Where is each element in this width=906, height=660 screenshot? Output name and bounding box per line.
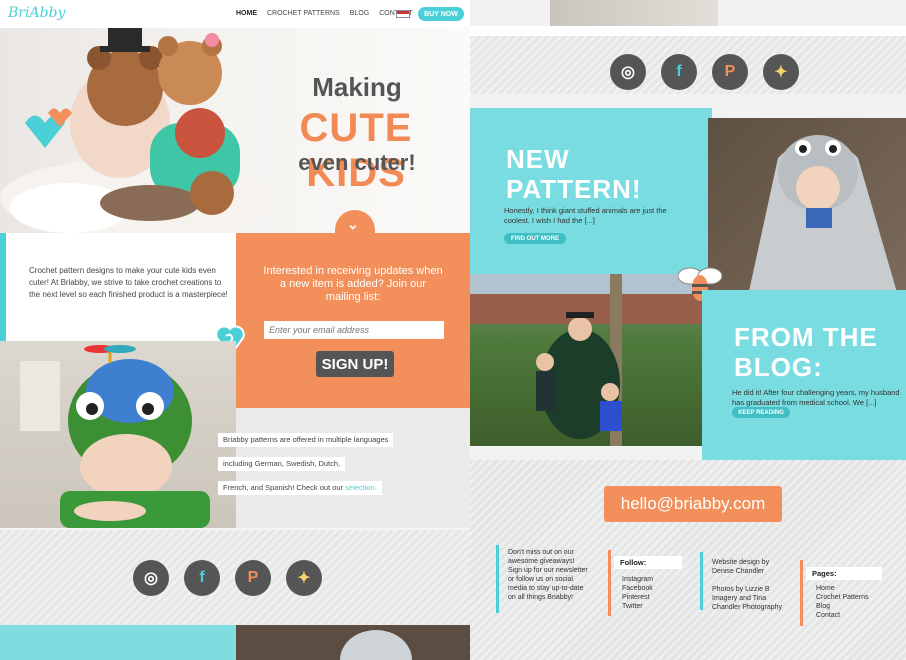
blog-title: FROM THE BLOG: — [734, 322, 878, 382]
follow-pinterest[interactable]: Pinterest — [622, 593, 653, 602]
intro-accent-bar — [0, 233, 6, 341]
hero-title-even-cuter: even cuter! — [298, 150, 416, 175]
pages-blog[interactable]: Blog — [816, 602, 869, 611]
bottom-photo-panel — [236, 625, 470, 660]
blog-title-line1: FROM THE — [734, 322, 878, 352]
pages-crochet-patterns[interactable]: Crochet Patterns — [816, 593, 869, 602]
footer-giveaways: Don't miss out on our awesome giveaways!… — [508, 549, 588, 601]
email-input[interactable] — [264, 321, 444, 339]
intro-text: Crochet pattern designs to make your cut… — [29, 266, 228, 299]
buy-now-button[interactable]: BUY NOW — [418, 7, 464, 21]
new-pattern-title-line2: PATTERN! — [506, 174, 642, 204]
follow-instagram[interactable]: Instagram — [622, 575, 653, 584]
hero-title-making: Making — [312, 72, 402, 102]
graduation-photo — [470, 274, 702, 446]
footer-bar-4 — [800, 560, 803, 626]
social-icons: ◎ f P ✦ — [133, 560, 322, 596]
languages-line-1: Briabby patterns are offered in multiple… — [218, 433, 394, 447]
nav-home[interactable]: HOME — [236, 10, 257, 17]
facebook-icon[interactable]: f — [184, 560, 220, 596]
footer-bar-1 — [496, 545, 499, 613]
right-page: ◎ f P ✦ NEW PATTERN! Honestly, I think g… — [470, 0, 906, 660]
footer-credit-1: Website design by Denise Chandler — [712, 559, 770, 575]
selection-link[interactable]: selection. — [345, 483, 377, 492]
twitter-icon[interactable]: ✦ — [763, 54, 799, 90]
footer-credit-2: Photos by Lizzie B Imagery and Tina Chan… — [712, 586, 783, 611]
follow-twitter[interactable]: Twitter — [622, 602, 653, 611]
bottom-teal-panel — [0, 625, 236, 660]
twitter-icon[interactable]: ✦ — [286, 560, 322, 596]
top-divider — [470, 26, 906, 36]
baby-photo — [0, 341, 236, 528]
pages-home[interactable]: Home — [816, 584, 869, 593]
pages-contact[interactable]: Contact — [816, 611, 869, 620]
languages-line-3: French, and Spanish! Check out our selec… — [218, 481, 382, 495]
follow-heading: Follow: — [614, 556, 682, 569]
nav-links: HOME CROCHET PATTERNS BLOG CONTACT — [236, 10, 413, 17]
social-icons-right: ◎ f P ✦ — [610, 54, 799, 90]
sign-up-button[interactable]: SIGN UP! — [316, 351, 394, 377]
pinterest-icon[interactable]: P — [235, 560, 271, 596]
top-photo-strip — [550, 0, 718, 26]
languages-line-2: including German, Swedish, Dutch, — [218, 457, 346, 471]
footer-bar-3 — [700, 552, 703, 610]
pages-heading: Pages: — [806, 567, 882, 580]
language-flag-icon[interactable] — [396, 10, 410, 18]
new-pattern-title-line1: NEW — [506, 144, 570, 174]
logo[interactable]: BriAbby — [8, 5, 65, 21]
instagram-icon[interactable]: ◎ — [133, 560, 169, 596]
blog-title-line2: BLOG: — [734, 352, 823, 382]
follow-links: Instagram Facebook Pinterest Twitter — [622, 575, 653, 611]
email-contact-button[interactable]: hello@briabby.com — [604, 486, 782, 522]
footer-bar-2 — [608, 550, 611, 616]
mailing-prompt: Interested in receiving updates when a n… — [263, 265, 443, 303]
find-out-more-button[interactable]: FIND OUT MORE — [504, 233, 566, 244]
new-pattern-title: NEW PATTERN! — [506, 144, 642, 204]
hero-kids-photo — [0, 28, 270, 238]
blanket-photo — [708, 118, 906, 296]
languages-line-3-text: French, and Spanish! Check out our — [223, 483, 344, 492]
pinterest-icon[interactable]: P — [712, 54, 748, 90]
pages-links: Home Crochet Patterns Blog Contact — [816, 584, 869, 620]
follow-facebook[interactable]: Facebook — [622, 584, 653, 593]
facebook-icon[interactable]: f — [661, 54, 697, 90]
instagram-icon[interactable]: ◎ — [610, 54, 646, 90]
new-pattern-text: Honestly, I think giant stuffed animals … — [504, 206, 667, 225]
keep-reading-button[interactable]: KEEP READING — [732, 407, 790, 418]
nav-blog[interactable]: BLOG — [350, 10, 369, 17]
chevron-down-icon: ⌄ — [347, 216, 359, 232]
blog-text: He did it! After four challenging years,… — [732, 388, 900, 407]
left-page: BriAbby HOME CROCHET PATTERNS BLOG CONTA… — [0, 0, 470, 660]
nav-crochet-patterns[interactable]: CROCHET PATTERNS — [267, 10, 340, 17]
